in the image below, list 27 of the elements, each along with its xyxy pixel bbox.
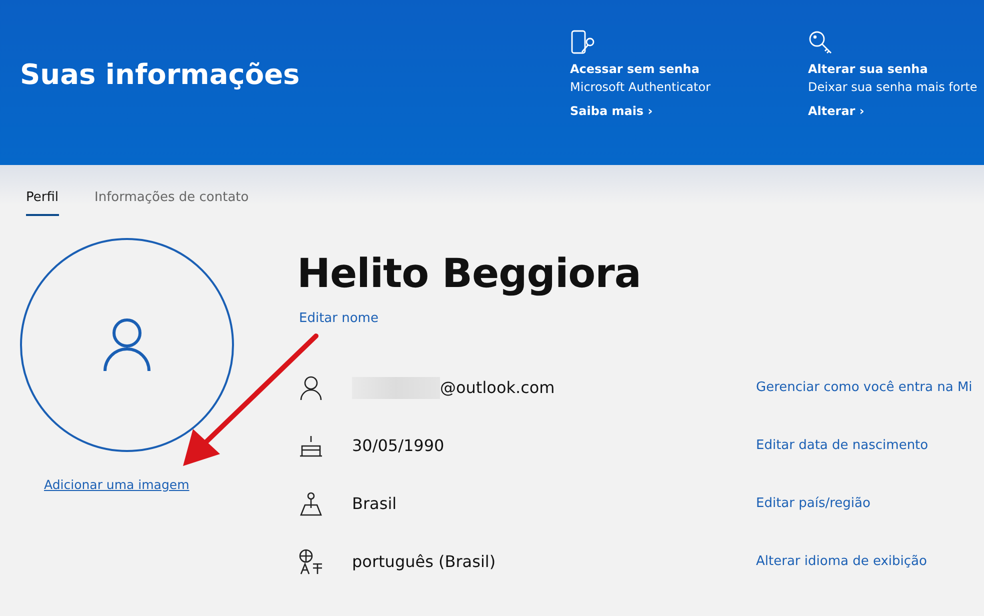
profile-value: @outlook.com <box>440 377 555 399</box>
profile-link[interactable]: Alterar idioma de exibição <box>756 552 927 572</box>
tab[interactable]: Perfil <box>26 188 59 216</box>
card-link[interactable]: Alterar › <box>808 102 864 120</box>
card-subtitle: Deixar sua senha mais forte <box>808 79 978 96</box>
key-icon <box>808 30 834 56</box>
tab[interactable]: Informações de contato <box>94 188 249 216</box>
profile-name: Helito Beggiora <box>297 250 641 298</box>
profile-link[interactable]: Editar país/região <box>756 494 870 514</box>
user-icon <box>298 375 324 401</box>
page-title: Suas informações <box>20 58 300 92</box>
profile-link[interactable]: Editar data de nascimento <box>756 436 928 456</box>
profile-value: português (Brasil) <box>352 551 496 573</box>
profile-link[interactable]: Gerenciar como você entra na Mi <box>756 378 972 398</box>
add-image-link[interactable]: Adicionar uma imagem <box>44 476 190 495</box>
map-pin-icon <box>298 491 324 517</box>
phone-key-icon <box>570 30 596 56</box>
card-subtitle: Microsoft Authenticator <box>570 79 712 96</box>
card-title: Alterar sua senha <box>808 61 929 78</box>
user-icon <box>102 317 152 373</box>
profile-value: Brasil <box>352 493 397 515</box>
edit-name-link[interactable]: Editar nome <box>299 309 378 328</box>
card-title: Acessar sem senha <box>570 61 700 78</box>
card-link[interactable]: Saiba mais › <box>570 102 653 120</box>
language-icon <box>298 549 324 575</box>
cake-icon <box>298 433 324 459</box>
profile-value: 30/05/1990 <box>352 435 444 457</box>
